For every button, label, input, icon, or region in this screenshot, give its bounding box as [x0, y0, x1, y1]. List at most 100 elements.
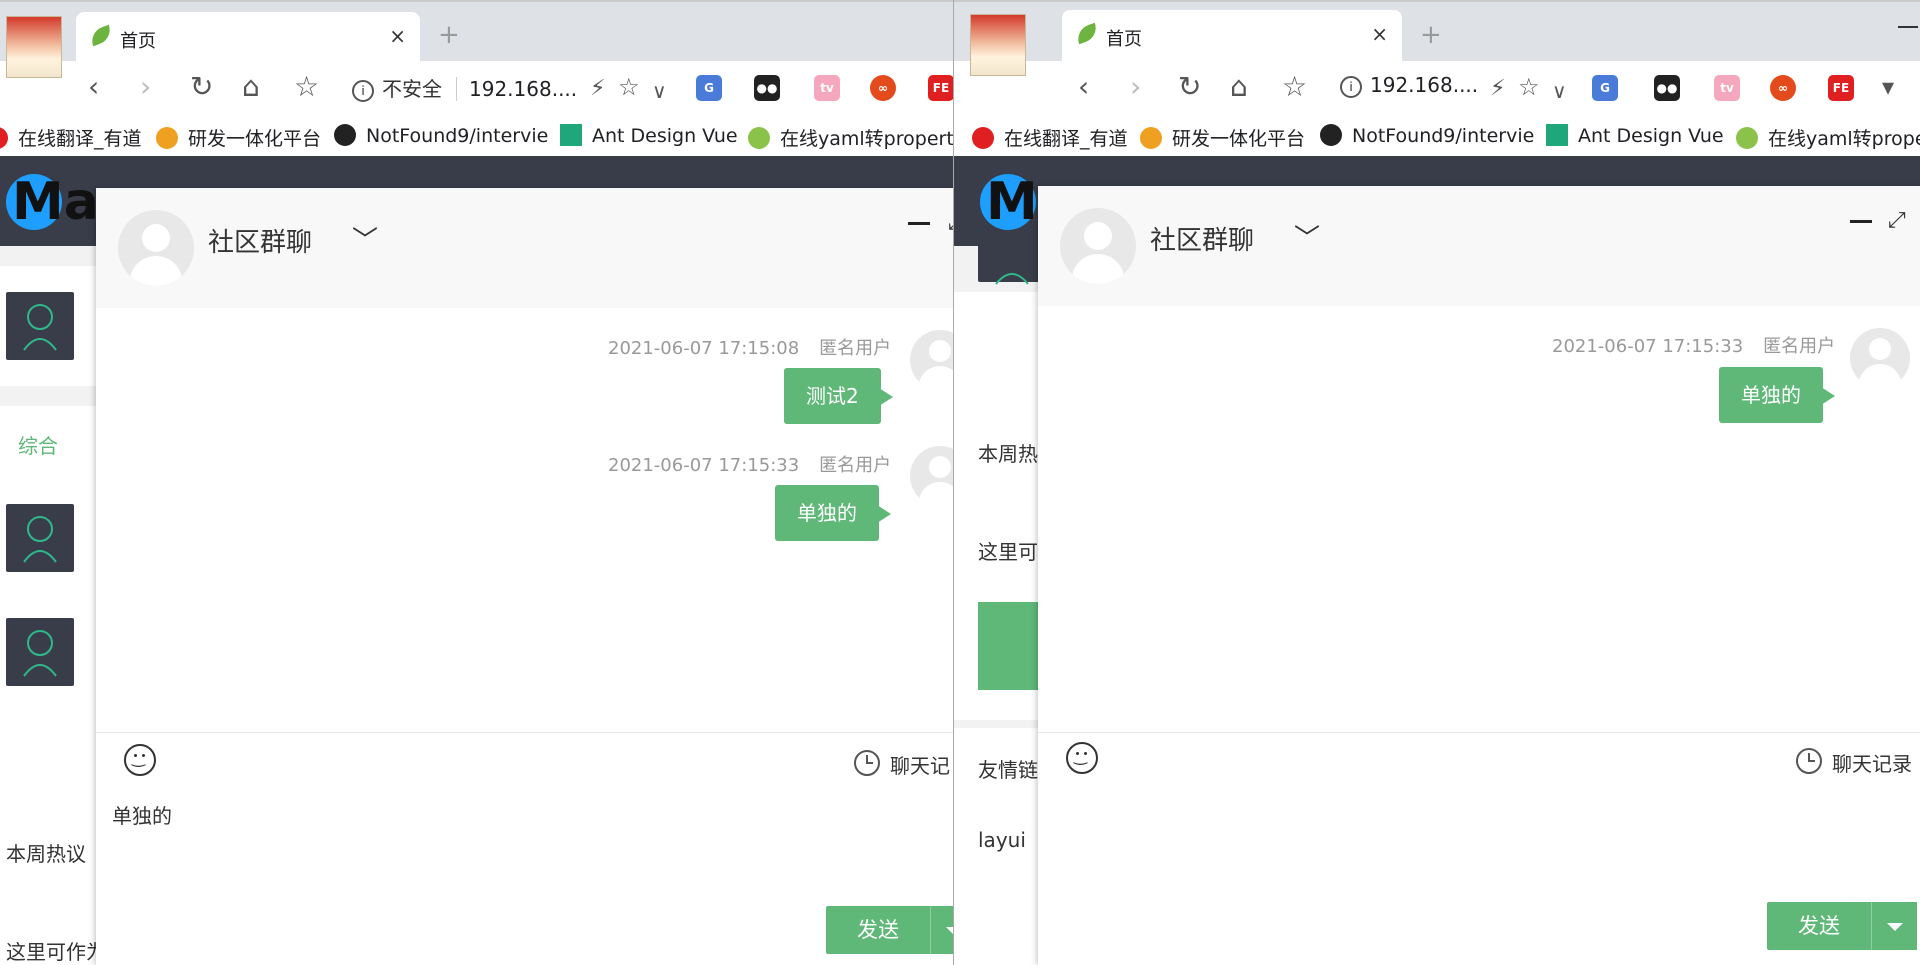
extension-thumbnail[interactable] — [6, 16, 62, 78]
site-tab-all[interactable]: 综合 — [18, 430, 58, 459]
back-icon[interactable]: ‹ — [1078, 71, 1089, 103]
clock-icon[interactable] — [854, 750, 880, 776]
home-icon[interactable]: ⌂ — [1230, 71, 1248, 103]
chat-history-link[interactable]: 聊天记录 — [1832, 748, 1912, 777]
back-icon[interactable]: ‹ — [88, 71, 99, 103]
bookmark-item[interactable]: NotFound9/intervie — [1320, 124, 1534, 147]
bookmark-star-icon[interactable]: ☆ — [1282, 71, 1307, 103]
message-user: 匿名用户 — [819, 455, 892, 476]
tab-close-icon[interactable]: × — [1371, 22, 1388, 46]
forward-icon[interactable]: › — [1130, 71, 1141, 103]
bookmark-item[interactable]: 在线翻译_有道 — [972, 124, 1128, 151]
bookmark-label: 研发一体化平台 — [1172, 128, 1306, 150]
info-icon[interactable]: i — [1340, 76, 1362, 98]
platform-icon — [1140, 127, 1162, 149]
avatar[interactable] — [6, 292, 74, 360]
tab-home[interactable]: 首页 × — [76, 12, 420, 63]
translate-icon[interactable]: G — [696, 75, 722, 101]
tab-strip: 首页 × + — [954, 0, 1920, 61]
bookmark-item[interactable]: 在线翻译_有道 — [0, 124, 142, 151]
message-time: 2021-06-07 17:15:08 — [608, 338, 800, 359]
avatar[interactable] — [978, 238, 1046, 285]
tampermonkey-icon[interactable]: ●● — [1654, 75, 1680, 101]
vue-icon — [1546, 124, 1568, 146]
fe-extension-icon[interactable]: FE — [1828, 75, 1854, 101]
new-tab-button[interactable]: + — [438, 20, 460, 50]
chat-history-link[interactable]: 聊天记 — [890, 750, 950, 779]
reload-icon[interactable]: ↻ — [1178, 71, 1201, 103]
message-time: 2021-06-07 17:15:33 — [608, 455, 800, 476]
lightning-icon[interactable]: ⚡ — [590, 73, 605, 105]
address-text[interactable]: 192.168.... — [1370, 73, 1478, 97]
translate-icon[interactable]: G — [1592, 75, 1618, 101]
bookmark-item[interactable]: 研发一体化平台 — [156, 124, 321, 151]
infinity-icon[interactable]: ∞ — [1770, 75, 1796, 101]
browser-window-left: 首页 × + ‹ › ↻ ⌂ ☆ i 不安全 192.168.... ⚡ ☆ ∨ G… — [0, 0, 953, 965]
bookmarks-bar: 在线翻译_有道 研发一体化平台 NotFound9/intervie Ant D… — [954, 116, 1920, 156]
message-meta: 2021-06-07 17:15:33 匿名用户 — [608, 451, 891, 477]
window-minimize-icon[interactable] — [1898, 26, 1918, 28]
dropdown-chevron-icon[interactable]: ∨ — [1552, 75, 1567, 107]
site-logo[interactable]: Ma — [980, 174, 1073, 230]
bookmark-item[interactable]: 在线yaml转prope — [1736, 124, 1920, 151]
site-hot-topics: 本周热 — [978, 442, 1038, 466]
bookmark-star-icon[interactable]: ☆ — [294, 71, 319, 103]
bilibili-icon[interactable]: tv — [1714, 75, 1740, 101]
site-link-layui[interactable]: layui — [978, 828, 1026, 852]
home-icon[interactable]: ⌂ — [242, 71, 260, 103]
forward-icon[interactable]: › — [140, 71, 151, 103]
emoji-icon[interactable] — [1066, 742, 1098, 774]
favorite-star-icon[interactable]: ☆ — [1518, 71, 1540, 103]
address-text[interactable]: 192.168.... — [469, 77, 577, 101]
spring-leaf-icon — [1074, 22, 1100, 45]
message-avatar — [1850, 328, 1910, 388]
address-bar[interactable]: i 不安全 192.168.... — [352, 73, 577, 102]
bookmark-item[interactable]: Ant Design Vue — [560, 124, 738, 147]
bookmark-item[interactable]: 在线yaml转propertie — [748, 124, 953, 151]
info-icon[interactable]: i — [352, 80, 374, 102]
fe-extension-icon[interactable]: FE — [928, 75, 953, 101]
address-bar[interactable]: i 192.168.... — [1340, 73, 1478, 98]
avatar[interactable] — [6, 504, 74, 572]
minimize-icon[interactable] — [1850, 220, 1872, 223]
browser-toolbar: ‹ › ↻ ⌂ ☆ i 192.168.... ⚡ ☆ ∨ G ●● tv ∞ F… — [954, 61, 1920, 116]
bookmark-item[interactable]: Ant Design Vue — [1546, 124, 1724, 147]
dropdown-chevron-icon[interactable]: ∨ — [652, 75, 667, 107]
message-meta: 2021-06-07 17:15:08 匿名用户 — [608, 334, 891, 360]
bilibili-icon[interactable]: tv — [814, 75, 840, 101]
site-placeholder-text: 这里可 — [978, 540, 1038, 564]
send-options-dropdown[interactable] — [930, 906, 953, 954]
tab-close-icon[interactable]: × — [389, 24, 406, 48]
favorite-star-icon[interactable]: ☆ — [618, 71, 640, 103]
tab-title: 首页 — [1106, 29, 1142, 50]
message-input[interactable]: 单独的 — [112, 800, 172, 829]
vue-devtools-icon[interactable]: ▾ — [1882, 71, 1894, 103]
bookmark-item[interactable]: NotFound9/intervie — [334, 124, 548, 147]
site-placeholder-text: 这里可作为 — [6, 940, 106, 964]
chevron-down-icon[interactable]: ﹀ — [352, 220, 378, 257]
tab-home[interactable]: 首页 × — [1062, 10, 1402, 61]
lightning-icon[interactable]: ⚡ — [1490, 73, 1505, 105]
site-logo[interactable]: Ma — [6, 174, 99, 230]
bookmark-label: NotFound9/intervie — [366, 125, 549, 147]
send-button[interactable]: 发送 — [1767, 902, 1871, 950]
maximize-icon[interactable]: ⤢ — [1888, 208, 1906, 233]
chevron-down-icon[interactable]: ﹀ — [1294, 218, 1320, 255]
browser-window-right: 首页 × + ‹ › ↻ ⌂ ☆ i 192.168.... ⚡ ☆ ∨ G ●●… — [953, 0, 1920, 965]
reload-icon[interactable]: ↻ — [190, 71, 213, 103]
emoji-icon[interactable] — [124, 744, 156, 776]
send-button[interactable]: 发送 — [826, 906, 930, 954]
bookmark-label: 研发一体化平台 — [188, 128, 322, 150]
bookmark-label: Ant Design Vue — [592, 125, 738, 147]
tampermonkey-icon[interactable]: ●● — [754, 75, 780, 101]
new-tab-button[interactable]: + — [1420, 20, 1442, 50]
toolbar-divider — [96, 732, 953, 733]
extension-thumbnail[interactable] — [970, 14, 1026, 76]
send-options-dropdown[interactable] — [1871, 902, 1917, 950]
bookmark-item[interactable]: 研发一体化平台 — [1140, 124, 1305, 151]
minimize-icon[interactable] — [908, 222, 930, 225]
clock-icon[interactable] — [1796, 748, 1822, 774]
avatar[interactable] — [6, 618, 74, 686]
bookmark-label: 在线翻译_有道 — [18, 128, 142, 150]
infinity-icon[interactable]: ∞ — [870, 75, 896, 101]
